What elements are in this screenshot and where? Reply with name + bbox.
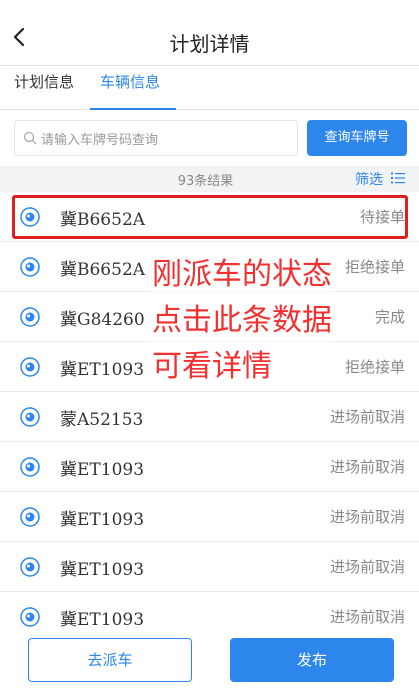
- search-placeholder: 请输入车牌号码查询: [41, 133, 159, 148]
- result-bar: 93条结果 筛选: [0, 166, 419, 192]
- plate-number: 冀ET1093: [60, 460, 145, 480]
- plate-number: 蒙A52153: [60, 410, 144, 430]
- annotation-text: 刚派车的状态 点击此条数据 可看详情: [150, 252, 334, 390]
- plate-number: 冀ET1093: [60, 510, 145, 530]
- search-bar: 请输入车牌号码查询 查询车牌号: [0, 110, 419, 166]
- status-label: 进场前取消: [329, 608, 405, 626]
- page-title: 计划详情: [169, 32, 250, 56]
- plate-number: 冀B6652A: [60, 260, 146, 280]
- footer-bar: 去派车 发布: [0, 632, 419, 696]
- list-item[interactable]: 冀ET1093 进场前取消: [0, 542, 419, 592]
- status-label: 进场前取消: [329, 558, 405, 576]
- vehicle-icon: [20, 257, 40, 277]
- plate-number: 冀ET1093: [60, 360, 145, 380]
- list-item[interactable]: 冀ET1093 进场前取消: [0, 492, 419, 542]
- dispatch-button[interactable]: 去派车: [28, 638, 192, 682]
- status-label: 拒绝接单: [344, 358, 405, 376]
- vehicle-icon: [20, 307, 40, 327]
- header: 计划详情: [0, 0, 419, 66]
- plate-number: 冀ET1093: [60, 610, 145, 630]
- status-label: 进场前取消: [329, 408, 405, 426]
- list-item[interactable]: 蒙A52153 进场前取消: [0, 392, 419, 442]
- plate-number: 冀G84260: [60, 310, 145, 330]
- highlight-box: [12, 195, 408, 239]
- tab-vehicle-info[interactable]: 车辆信息: [100, 72, 160, 102]
- status-label: 拒绝接单: [344, 258, 405, 276]
- annotation-line: 点击此条数据: [150, 298, 334, 344]
- filter-button[interactable]: 筛选: [355, 169, 383, 189]
- vehicle-icon: [20, 407, 40, 427]
- annotation-line: 可看详情: [150, 344, 334, 390]
- vehicle-icon: [20, 457, 40, 477]
- status-label: 进场前取消: [329, 508, 405, 526]
- vehicle-icon: [20, 607, 40, 627]
- annotation-line: 刚派车的状态: [150, 252, 334, 298]
- vehicle-icon: [20, 357, 40, 377]
- tab-bar: 计划信息 车辆信息: [0, 66, 419, 110]
- list-item[interactable]: 冀ET1093 进场前取消: [0, 442, 419, 492]
- vehicle-icon: [20, 507, 40, 527]
- publish-button[interactable]: 发布: [230, 638, 394, 682]
- tab-plan-info[interactable]: 计划信息: [14, 72, 74, 102]
- list-icon[interactable]: [391, 172, 405, 184]
- search-icon: [23, 131, 37, 145]
- query-plate-button[interactable]: 查询车牌号: [307, 120, 407, 156]
- status-label: 进场前取消: [329, 458, 405, 476]
- status-label: 完成: [374, 308, 405, 326]
- search-input[interactable]: 请输入车牌号码查询: [14, 120, 298, 156]
- plate-number: 冀ET1093: [60, 560, 145, 580]
- vehicle-icon: [20, 557, 40, 577]
